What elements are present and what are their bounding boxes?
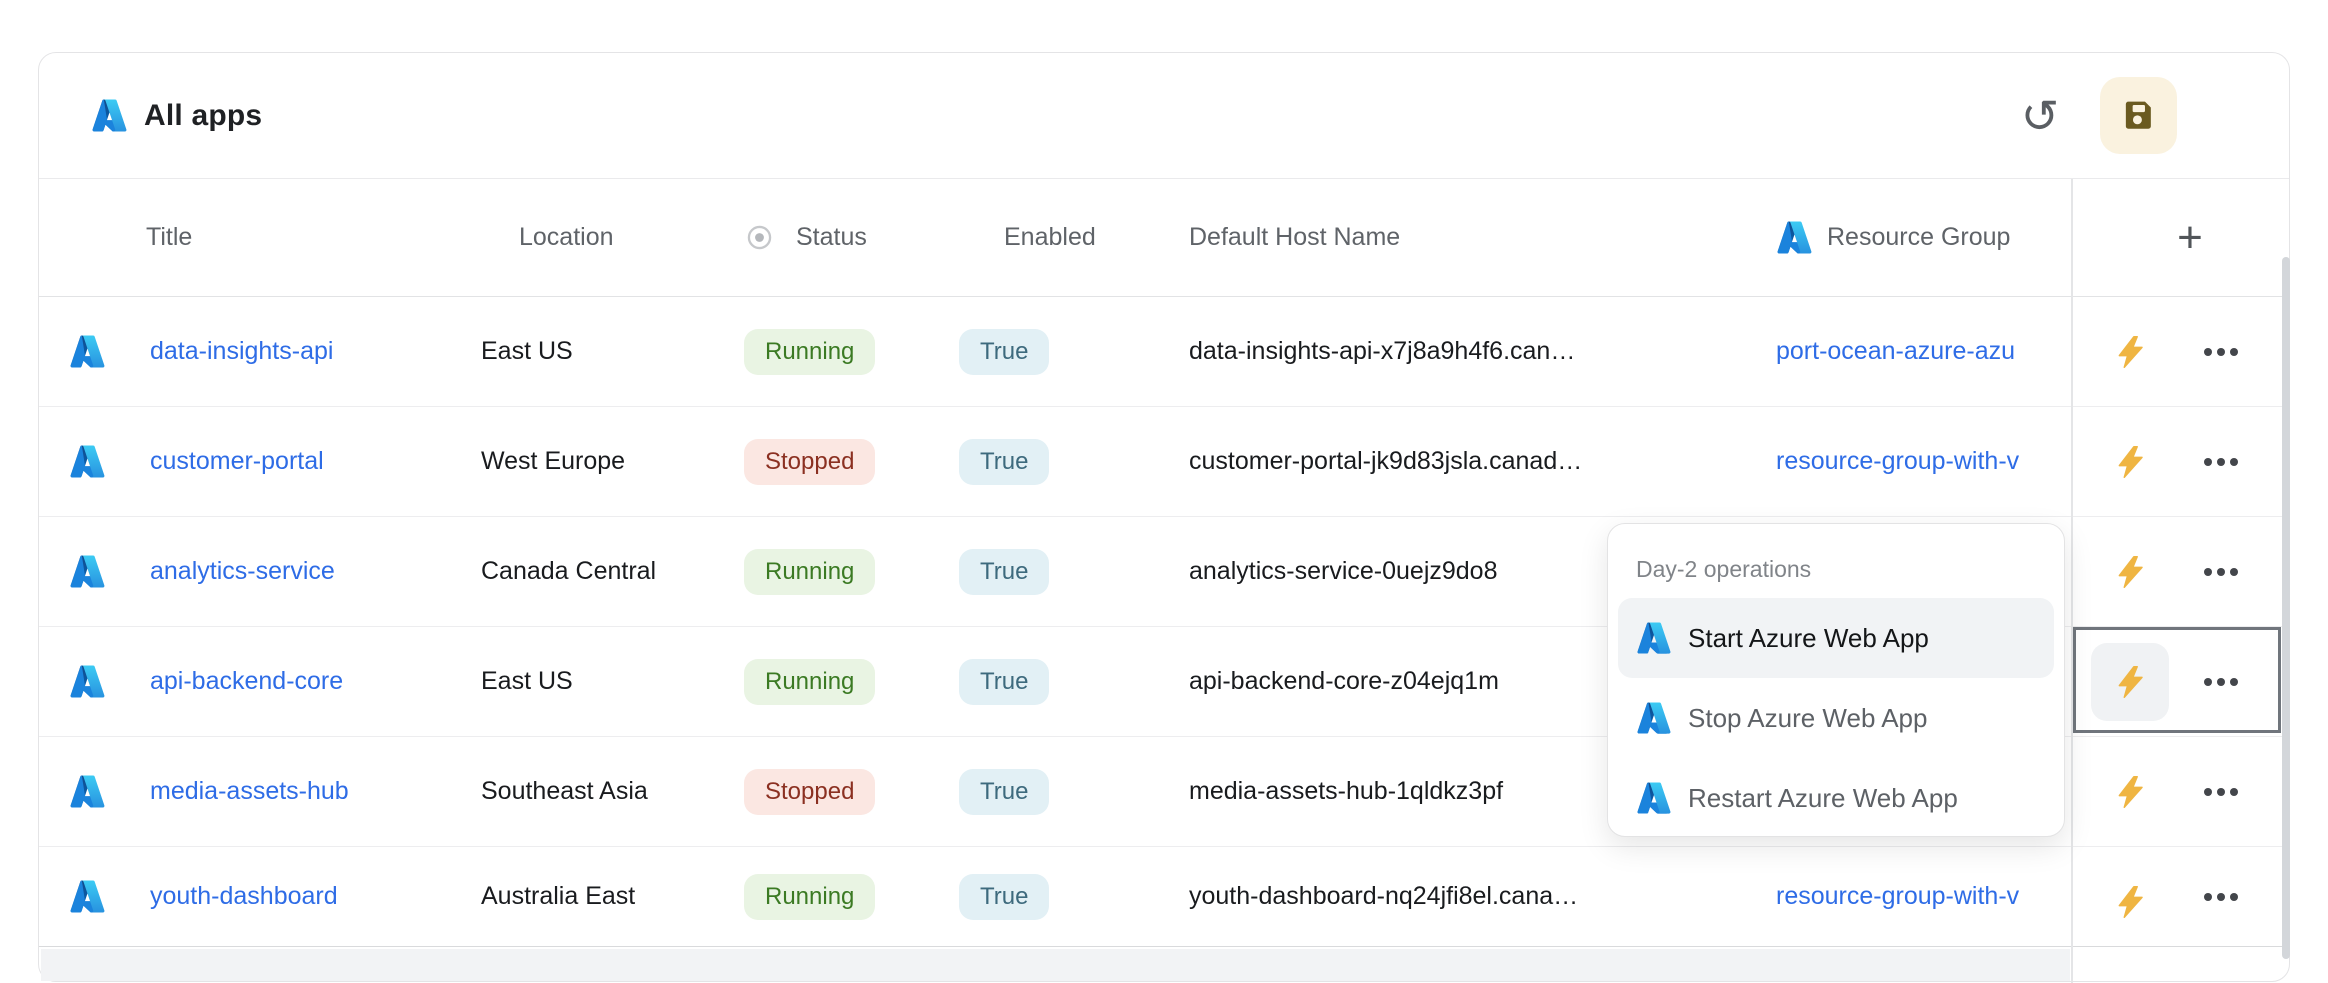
enabled-badge: True (959, 329, 1049, 375)
location-cell: East US (481, 297, 746, 406)
resource-group-link[interactable]: resource-group-with-v (1776, 882, 2019, 911)
page-title: All apps (144, 99, 262, 133)
row-actions-cell (2071, 627, 2291, 736)
row-actions-cell (2071, 517, 2291, 626)
location-cell: Canada Central (481, 517, 746, 626)
save-button[interactable] (2100, 77, 2177, 154)
menu-item-label: Restart Azure Web App (1688, 783, 1958, 814)
row-actions-cell (2071, 407, 2291, 516)
app-title-link[interactable]: api-backend-core (150, 667, 343, 696)
azure-icon (69, 333, 106, 370)
row-menu-button[interactable] (2191, 297, 2251, 406)
azure-icon (69, 773, 106, 810)
enabled-badge: True (959, 659, 1049, 705)
table-row: data-insights-api East US Running True d… (39, 297, 2289, 407)
column-header-resource-group[interactable]: Resource Group (1776, 179, 2010, 296)
host-name-cell: customer-portal-jk9d83jsla.canad… (1189, 407, 1761, 516)
azure-icon (69, 553, 106, 590)
azure-icon (69, 443, 106, 480)
app-title-link[interactable]: youth-dashboard (150, 882, 338, 911)
day2-menu-header: Day-2 operations (1608, 540, 2064, 598)
quick-actions-button[interactable] (2091, 753, 2169, 831)
app-title-link[interactable]: media-assets-hub (150, 777, 349, 806)
day2-menu-items: Start Azure Web App Stop Azure Web App R… (1608, 598, 2064, 838)
location-cell: West Europe (481, 407, 746, 516)
row-actions-cell (2071, 297, 2291, 406)
app-title-link[interactable]: data-insights-api (150, 337, 333, 366)
lightning-icon (2112, 884, 2148, 920)
add-column-button[interactable]: + (2167, 215, 2213, 261)
lightning-icon (2112, 554, 2148, 590)
table-row: customer-portal West Europe Stopped True… (39, 407, 2289, 517)
column-header-status[interactable]: Status (747, 179, 867, 296)
azure-icon (1776, 219, 1813, 256)
location-cell: Australia East (481, 847, 746, 946)
vertical-scrollbar[interactable] (2282, 257, 2290, 959)
quick-actions-button[interactable] (2091, 533, 2169, 611)
azure-icon (1636, 700, 1672, 736)
column-header-host[interactable]: Default Host Name (1189, 179, 1400, 296)
column-header-status-label: Status (796, 223, 867, 252)
status-badge: Stopped (744, 769, 875, 815)
status-badge: Running (744, 329, 875, 375)
lightning-icon (2112, 664, 2148, 700)
status-radio-icon (747, 225, 772, 250)
resource-group-link[interactable]: resource-group-with-v (1776, 447, 2019, 476)
all-apps-card: All apps ↺ Title Location Status Enabled… (38, 52, 2290, 982)
lightning-icon (2112, 444, 2148, 480)
row-menu-button[interactable] (2191, 517, 2251, 626)
enabled-badge: True (959, 874, 1049, 920)
row-actions-cell (2071, 847, 2291, 946)
host-name-cell: data-insights-api-x7j8a9h4f6.can… (1189, 297, 1761, 406)
day2-operations-menu: Day-2 operations Start Azure Web App Sto… (1607, 523, 2065, 837)
location-cell: East US (481, 627, 746, 736)
row-menu-button[interactable] (2191, 627, 2251, 736)
row-actions-cell (2071, 737, 2291, 846)
enabled-badge: True (959, 769, 1049, 815)
host-name-cell: youth-dashboard-nq24jfi8el.cana… (1189, 847, 1761, 946)
enabled-badge: True (959, 439, 1049, 485)
status-badge: Running (744, 549, 875, 595)
horizontal-scrollbar[interactable] (41, 949, 2070, 981)
lightning-icon (2112, 334, 2148, 370)
quick-actions-button[interactable] (2091, 643, 2169, 721)
azure-icon (1636, 780, 1672, 816)
enabled-badge: True (959, 549, 1049, 595)
resource-group-link[interactable]: port-ocean-azure-azu (1776, 337, 2015, 366)
quick-actions-button[interactable] (2091, 423, 2169, 501)
status-badge: Running (744, 659, 875, 705)
azure-icon (1636, 620, 1672, 656)
column-header-location[interactable]: Location (519, 179, 614, 296)
refresh-button[interactable]: ↺ (2010, 86, 2070, 146)
azure-icon (69, 878, 106, 915)
row-menu-button[interactable] (2191, 737, 2251, 846)
column-header-resource-group-label: Resource Group (1827, 223, 2010, 252)
location-cell: Southeast Asia (481, 737, 746, 846)
status-badge: Running (744, 874, 875, 920)
column-header-enabled[interactable]: Enabled (1004, 179, 1096, 296)
table-header-row: Title Location Status Enabled Default Ho… (39, 179, 2289, 297)
status-badge: Stopped (744, 439, 875, 485)
app-title-link[interactable]: analytics-service (150, 557, 335, 586)
azure-icon (91, 97, 128, 134)
menu-item[interactable]: Stop Azure Web App (1618, 678, 2054, 758)
menu-item-label: Start Azure Web App (1688, 623, 1929, 654)
lightning-icon (2112, 774, 2148, 810)
column-header-title[interactable]: Title (146, 179, 192, 296)
quick-actions-button[interactable] (2091, 863, 2169, 941)
table-row: youth-dashboard Australia East Running T… (39, 847, 2289, 947)
actions-column-divider (2071, 179, 2073, 983)
quick-actions-button[interactable] (2091, 313, 2169, 391)
menu-item[interactable]: Start Azure Web App (1618, 598, 2054, 678)
menu-item-label: Stop Azure Web App (1688, 703, 1927, 734)
row-menu-button[interactable] (2191, 847, 2251, 946)
card-header: All apps ↺ (39, 53, 2289, 179)
azure-icon (69, 663, 106, 700)
app-title-link[interactable]: customer-portal (150, 447, 324, 476)
menu-item[interactable]: Restart Azure Web App (1618, 758, 2054, 838)
row-menu-button[interactable] (2191, 407, 2251, 516)
save-icon (2120, 97, 2157, 134)
